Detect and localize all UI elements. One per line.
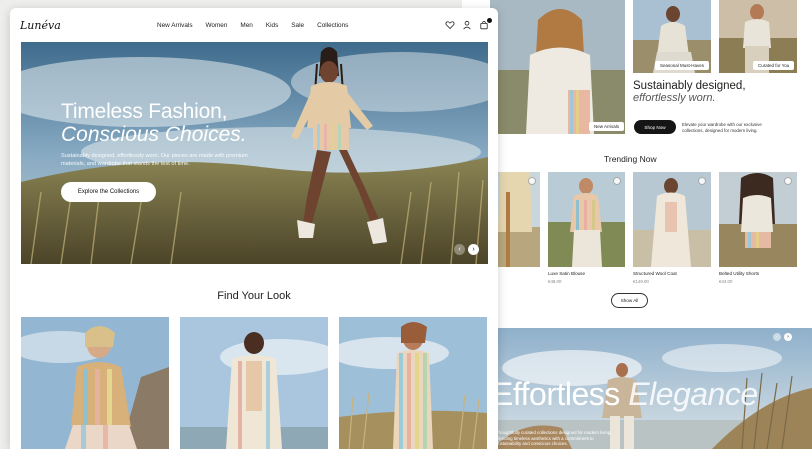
user-icon[interactable] (462, 20, 472, 30)
nav-item-collections[interactable]: Collections (317, 22, 348, 29)
wishlist-icon[interactable] (784, 177, 792, 185)
look-card[interactable] (339, 317, 487, 449)
nav-item-kids[interactable]: Kids (266, 22, 278, 29)
product-price: €44.00 (719, 279, 733, 284)
look-card[interactable] (21, 317, 169, 449)
find-your-look-title: Find Your Look (217, 290, 291, 302)
hero-title-line1: Timeless Fashion, (61, 100, 228, 123)
hero-description: Sustainably designed, effortlessly worn.… (61, 153, 248, 167)
next-arrow-icon[interactable]: › (468, 244, 479, 255)
wishlist-icon[interactable] (613, 177, 621, 185)
prev-arrow-icon[interactable]: ‹ (773, 333, 781, 341)
product-image[interactable] (633, 172, 711, 267)
look-card[interactable] (180, 317, 328, 449)
wishlist-icon[interactable] (528, 177, 536, 185)
cart-count-badge (487, 18, 492, 23)
product-price: €49.00 (548, 279, 562, 284)
product-name[interactable]: Belted Utility Shorts (719, 271, 759, 276)
product-name[interactable]: Luxe Satin Blouse (548, 271, 585, 276)
shop-now-button[interactable]: Shop Now (634, 120, 676, 134)
brand-logo[interactable]: Lunéva (20, 19, 61, 32)
explore-collections-button[interactable]: Explore the Collections (61, 182, 156, 202)
secondary-page-window: New Arrivals Seasonal Must-Haves Curated… (462, 0, 812, 449)
product-image[interactable] (719, 172, 797, 267)
nav-item-new-arrivals[interactable]: New Arrivals (157, 22, 193, 29)
main-nav: New Arrivals Women Men Kids Sale Collect… (157, 22, 361, 29)
heart-icon[interactable] (445, 20, 455, 30)
nav-item-women[interactable]: Women (206, 22, 228, 29)
wishlist-icon[interactable] (698, 177, 706, 185)
product-price: €149.00 (633, 279, 649, 284)
nav-item-sale[interactable]: Sale (291, 22, 304, 29)
sustainably-subtitle: effortlessly worn. (633, 92, 716, 104)
product-name[interactable]: Structured Wool Coat (633, 271, 677, 276)
new-arrivals-photo[interactable] (490, 0, 625, 134)
elegance-word: Elegance (628, 376, 758, 412)
new-arrivals-badge[interactable]: New Arrivals (589, 122, 625, 131)
product-image[interactable] (548, 172, 625, 267)
show-all-button[interactable]: Show All (611, 293, 648, 308)
elevate-text: Elevate your wardrobe with our exclusive… (682, 122, 762, 133)
main-page-window: Lunéva New Arrivals Women Men Kids Sale … (10, 8, 498, 449)
sustainably-title: Sustainably designed, (633, 80, 746, 92)
effortless-description: Thoughtfully curated collections designe… (496, 430, 612, 446)
next-arrow-icon[interactable]: › (784, 333, 792, 341)
prev-arrow-icon[interactable]: ‹ (454, 244, 465, 255)
seasonal-badge[interactable]: Seasonal Must-Haves (655, 61, 710, 70)
hero-banner: Timeless Fashion, Conscious Choices. Sus… (21, 42, 488, 264)
curated-badge[interactable]: Curated for You (753, 61, 795, 70)
hero-title-line2: Conscious Choices. (61, 123, 247, 146)
effortless-word: Effortless (492, 376, 620, 412)
nav-item-men[interactable]: Men (240, 22, 252, 29)
trending-now-title: Trending Now (604, 154, 657, 164)
effortless-elegance-heading: Effortless Elegance (492, 376, 758, 413)
